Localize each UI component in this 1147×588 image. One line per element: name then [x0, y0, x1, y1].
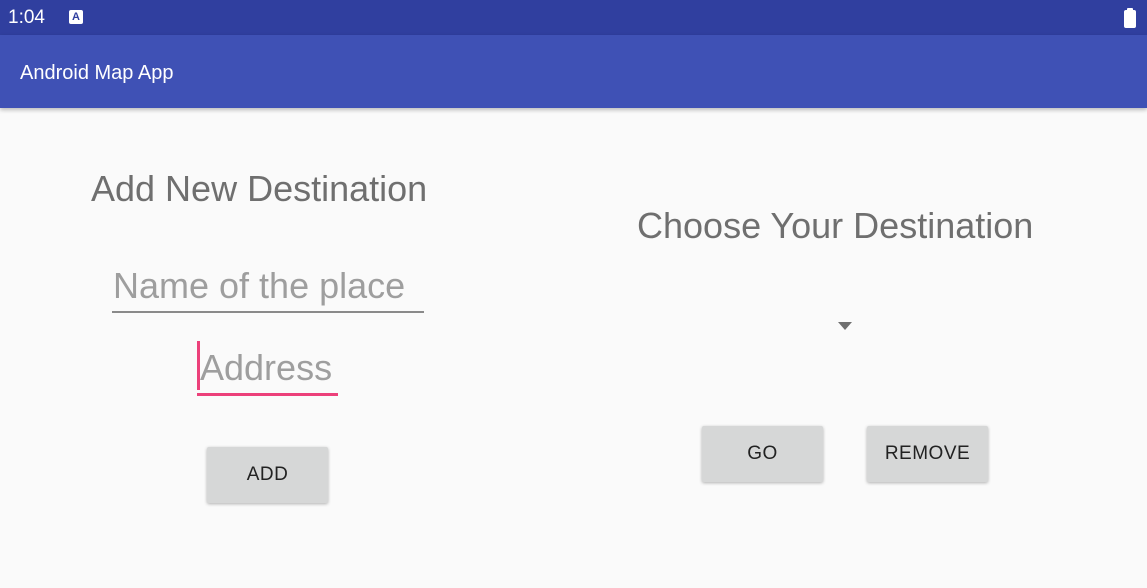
choose-destination-heading: Choose Your Destination — [637, 205, 1034, 246]
place-name-underline — [112, 311, 424, 313]
status-bar: 1:04 A — [0, 0, 1147, 35]
text-cursor — [197, 341, 200, 390]
notification-icon: A — [69, 10, 83, 24]
add-destination-heading: Add New Destination — [91, 168, 428, 209]
add-button[interactable]: ADD — [207, 447, 328, 503]
app-bar: Android Map App — [0, 35, 1147, 108]
battery-icon — [1124, 8, 1136, 28]
address-underline — [197, 393, 338, 396]
app-title: Android Map App — [20, 62, 174, 84]
status-time: 1:04 — [8, 7, 45, 28]
remove-button[interactable]: REMOVE — [867, 426, 988, 482]
place-name-input[interactable]: Name of the place — [113, 265, 405, 307]
go-button[interactable]: GO — [702, 426, 823, 482]
dropdown-arrow-icon[interactable] — [838, 322, 852, 330]
address-input[interactable]: Address — [200, 347, 332, 389]
